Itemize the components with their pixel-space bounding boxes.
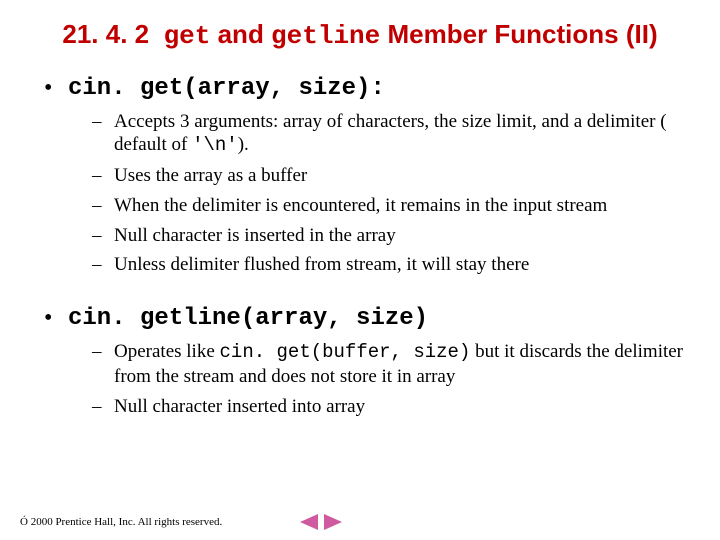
- list-item: Accepts 3 arguments: array of characters…: [90, 110, 688, 159]
- slide-title: 21. 4. 2 get and getline Member Function…: [32, 18, 688, 53]
- list-item: Operates like cin. get(buffer, size) but…: [90, 340, 688, 389]
- next-arrow-icon[interactable]: [324, 514, 342, 530]
- bullet-heading: cin. getline(array, size): [68, 305, 428, 332]
- sub-text: Null character is inserted in the array: [114, 225, 396, 246]
- list-item: Unless delimiter flushed from stream, it…: [90, 253, 688, 277]
- bullet-heading: cin. get(array, size):: [68, 75, 385, 102]
- bullet-list: cin. get(array, size): Accepts 3 argumen…: [40, 75, 688, 419]
- sub-text: Null character inserted into array: [114, 396, 365, 417]
- sub-code: cin. get(buffer, size): [220, 341, 471, 363]
- list-item: Uses the array as a buffer: [90, 164, 688, 188]
- sub-code: '\n': [192, 134, 238, 156]
- sub-text: Operates like: [114, 341, 220, 362]
- sub-bullet-list: Operates like cin. get(buffer, size) but…: [90, 340, 688, 418]
- bullet-cin-getline: cin. getline(array, size) Operates like …: [40, 305, 688, 418]
- prev-arrow-icon[interactable]: [300, 514, 318, 530]
- title-middle: and: [210, 19, 271, 49]
- slide-body: 21. 4. 2 get and getline Member Function…: [0, 0, 720, 418]
- sub-text: Uses the array as a buffer: [114, 165, 307, 186]
- sub-bullet-list: Accepts 3 arguments: array of characters…: [90, 110, 688, 278]
- sub-text-post: ).: [238, 134, 249, 155]
- title-code-getline: getline: [271, 21, 380, 51]
- title-code-get: get: [164, 21, 211, 51]
- title-suffix: Member Functions (II): [380, 19, 657, 49]
- sub-text: When the delimiter is encountered, it re…: [114, 195, 607, 216]
- sub-text: Unless delimiter flushed from stream, it…: [114, 254, 529, 275]
- list-item: When the delimiter is encountered, it re…: [90, 194, 688, 218]
- copyright-footer: Ó 2000 Prentice Hall, Inc. All rights re…: [20, 516, 222, 528]
- list-item: Null character inserted into array: [90, 395, 688, 419]
- title-section-number: 21. 4. 2: [62, 19, 149, 49]
- nav-arrows: [300, 514, 342, 530]
- bullet-cin-get: cin. get(array, size): Accepts 3 argumen…: [40, 75, 688, 278]
- list-item: Null character is inserted in the array: [90, 224, 688, 248]
